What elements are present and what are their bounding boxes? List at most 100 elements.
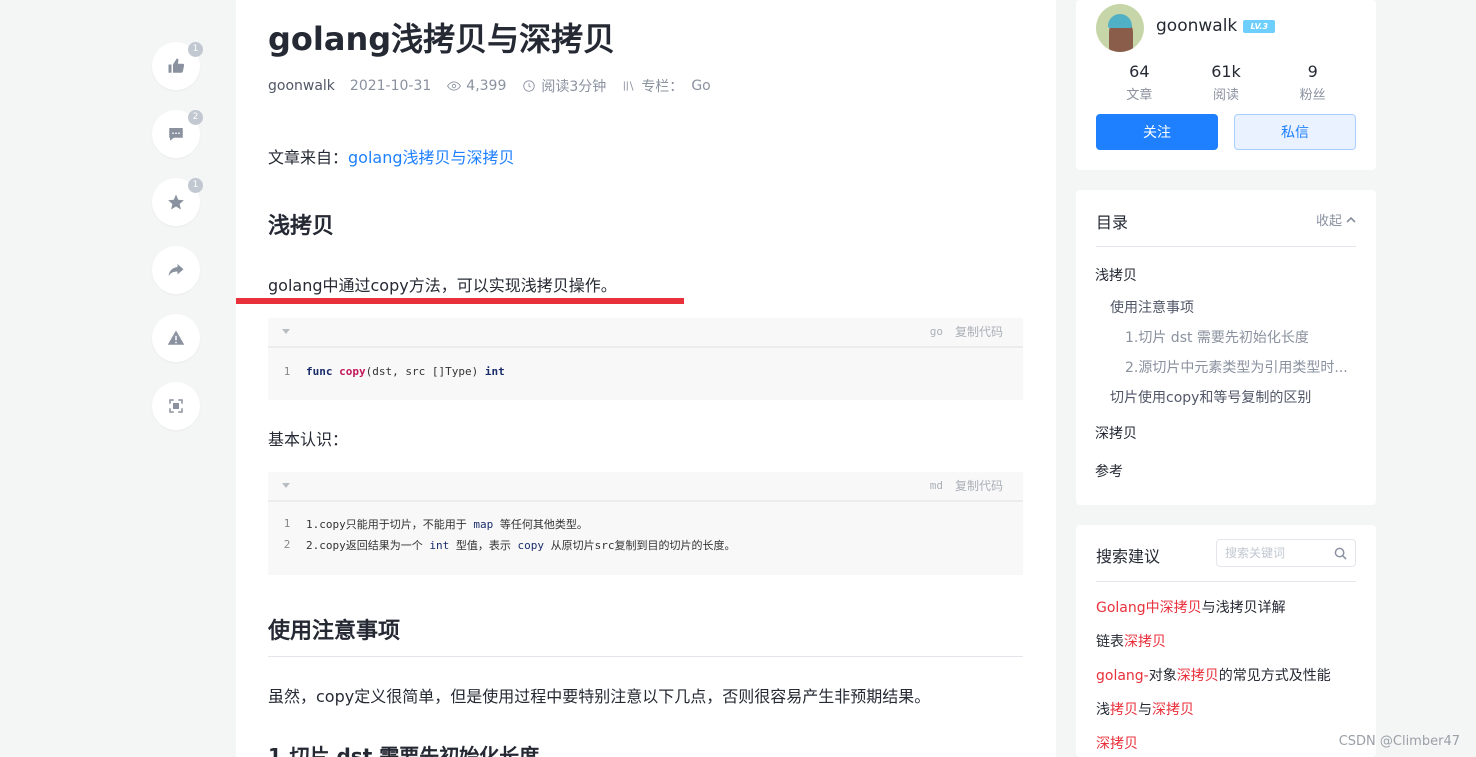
like-button[interactable]: 1 [152,42,203,90]
toc-item[interactable]: 浅拷贝 [1095,265,1355,285]
column-icon [624,81,634,91]
avatar[interactable] [1096,4,1144,52]
avatar-hat [1108,14,1132,28]
author-name[interactable]: goonwalk LV.3 [1156,16,1276,36]
stat-label: 粉丝 [1299,88,1326,103]
view-count: 4,399 [447,78,506,94]
read-time-value: 阅读3分钟 [541,79,607,95]
line-number: 1 [283,517,291,530]
suggestion-link[interactable]: golang-对象深拷贝的常见方式及性能 [1096,665,1331,685]
csdn-watermark: CSDN @Climber47 [1338,734,1460,749]
share-icon [168,264,184,276]
toc-item[interactable]: 2.源切片中元素类型为引用类型时... [1125,357,1355,377]
code-return-type: int [484,365,505,378]
code-language: md [929,479,943,492]
toc-title: 目录 [1096,213,1129,232]
copy-code-button[interactable]: 复制代码 [955,323,1003,340]
code-header: go 复制代码 [268,318,1023,348]
code-line: 2 2.copy返回结果为一个 int 型值，表示 copy 从原切片src复制… [268,534,1023,555]
article-meta: goonwalk 2021-10-31 4,399 阅读3分钟 专栏： Go [268,76,727,96]
clock-icon [523,80,536,92]
stat-number: 9 [1307,62,1318,81]
chevron-up-icon [1346,216,1356,223]
report-button[interactable] [152,314,200,362]
heading-dst-init: 1.切片 dst 需要先初始化长度 [268,744,540,757]
collect-count-badge: 1 [188,178,203,193]
stat-number: 64 [1129,62,1150,81]
inline-code: copy [517,538,544,552]
code-segment: 从原切片src复制到目的切片的长度。 [543,538,736,552]
suggestion-link[interactable]: 浅拷贝与深拷贝 [1096,699,1194,719]
view-count-value: 4,399 [466,78,507,94]
stat-followers[interactable]: 9 粉丝 [1269,62,1356,103]
column-link[interactable]: Go [691,78,710,94]
code-segment: 1.copy只能用于切片，不能用于 [306,517,474,531]
message-button[interactable]: 私信 [1234,114,1356,150]
toc-divider [1096,246,1356,247]
thumbs-up-icon [168,58,185,73]
toc-card: 目录 收起 浅拷贝 使用注意事项 1.切片 dst 需要先初始化长度 2.源切片… [1076,190,1376,505]
collapse-caret-icon[interactable] [282,483,290,488]
warning-icon [167,330,185,345]
toc-item[interactable]: 切片使用copy和等号复制的区别 [1110,387,1355,407]
code-args: (dst, src []Type) [365,365,479,378]
focus-mode-button[interactable] [152,382,200,430]
article-title: golang浅拷贝与深拷贝 [268,20,616,58]
suggestion-highlight: 深拷贝 [1152,702,1194,718]
toc-item[interactable]: 深拷贝 [1095,423,1355,443]
source-prefix: 文章来自： [268,148,349,167]
code-line: 1 func copy(dst, src []Type) int [268,361,1023,382]
toc-item[interactable]: 使用注意事项 [1110,297,1355,317]
collapse-caret-icon[interactable] [282,329,290,334]
code-language: go [929,325,943,338]
follow-button[interactable]: 关注 [1096,114,1218,150]
suggestion-link[interactable]: 链表深拷贝 [1096,631,1166,651]
search-input[interactable] [1217,540,1327,566]
like-count-badge: 1 [188,42,203,57]
suggestion-segment: 链表 [1096,634,1124,650]
code-text: 2.copy返回结果为一个 int 型值，表示 copy 从原切片src复制到目… [306,537,735,553]
basic-label: 基本认识： [268,430,349,449]
toc-item[interactable]: 参考 [1095,461,1355,481]
suggestion-link[interactable]: Golang中深拷贝与浅拷贝详解 [1096,597,1286,617]
code-text: func copy(dst, src []Type) int [306,365,505,378]
star-icon [168,194,184,210]
suggestion-segment: 对象 [1148,668,1177,684]
suggest-divider [1096,581,1356,582]
fullscreen-icon [169,399,183,413]
source-link[interactable]: golang浅拷贝与深拷贝 [348,148,515,167]
shallow-copy-paragraph: golang中通过copy方法，可以实现浅拷贝操作。 [268,276,617,295]
stat-label: 阅读 [1213,88,1240,103]
comment-button[interactable]: 2 [152,110,203,158]
toc-collapse-button[interactable]: 收起 [1316,210,1356,229]
level-badge: LV.3 [1243,19,1276,33]
share-button[interactable] [152,246,200,294]
heading-divider [268,656,1023,657]
column-info: 专栏： Go [622,76,711,96]
red-underline-annotation [236,298,684,304]
suggest-title: 搜索建议 [1096,547,1161,566]
suggestion-highlight: 深拷贝 [1176,668,1219,684]
search-icon[interactable] [1334,547,1347,560]
heading-shallow-copy: 浅拷贝 [268,214,335,239]
code-segment: 型值，表示 [449,538,518,552]
stat-articles[interactable]: 64 文章 [1096,62,1183,103]
collect-button[interactable]: 1 [152,178,203,226]
line-number: 2 [283,538,291,551]
author-name-text: goonwalk [1156,16,1238,36]
code-line: 1 1.copy只能用于切片，不能用于 map 等任何其他类型。 [268,513,1023,534]
inline-code: int [429,538,450,552]
suggestion-segment: 的常见方式及性能 [1218,668,1331,684]
stat-number: 61k [1211,62,1241,81]
author-stats: 64 文章 61k 阅读 9 粉丝 [1096,62,1356,103]
source-paragraph: 文章来自：golang浅拷贝与深拷贝 [268,144,515,168]
suggestion-link[interactable]: 深拷贝 [1096,733,1138,753]
code-segment: 2.copy返回结果为一个 [306,538,430,552]
stat-reads: 61k 阅读 [1183,62,1270,103]
copy-code-button[interactable]: 复制代码 [955,477,1003,494]
suggestion-highlight: 深拷贝 [1124,634,1166,650]
author-link[interactable]: goonwalk [268,78,335,94]
suggestion-highlight: 拷贝 [1110,702,1138,718]
toc-item[interactable]: 1.切片 dst 需要先初始化长度 [1125,327,1355,347]
inline-code: map [473,517,494,531]
